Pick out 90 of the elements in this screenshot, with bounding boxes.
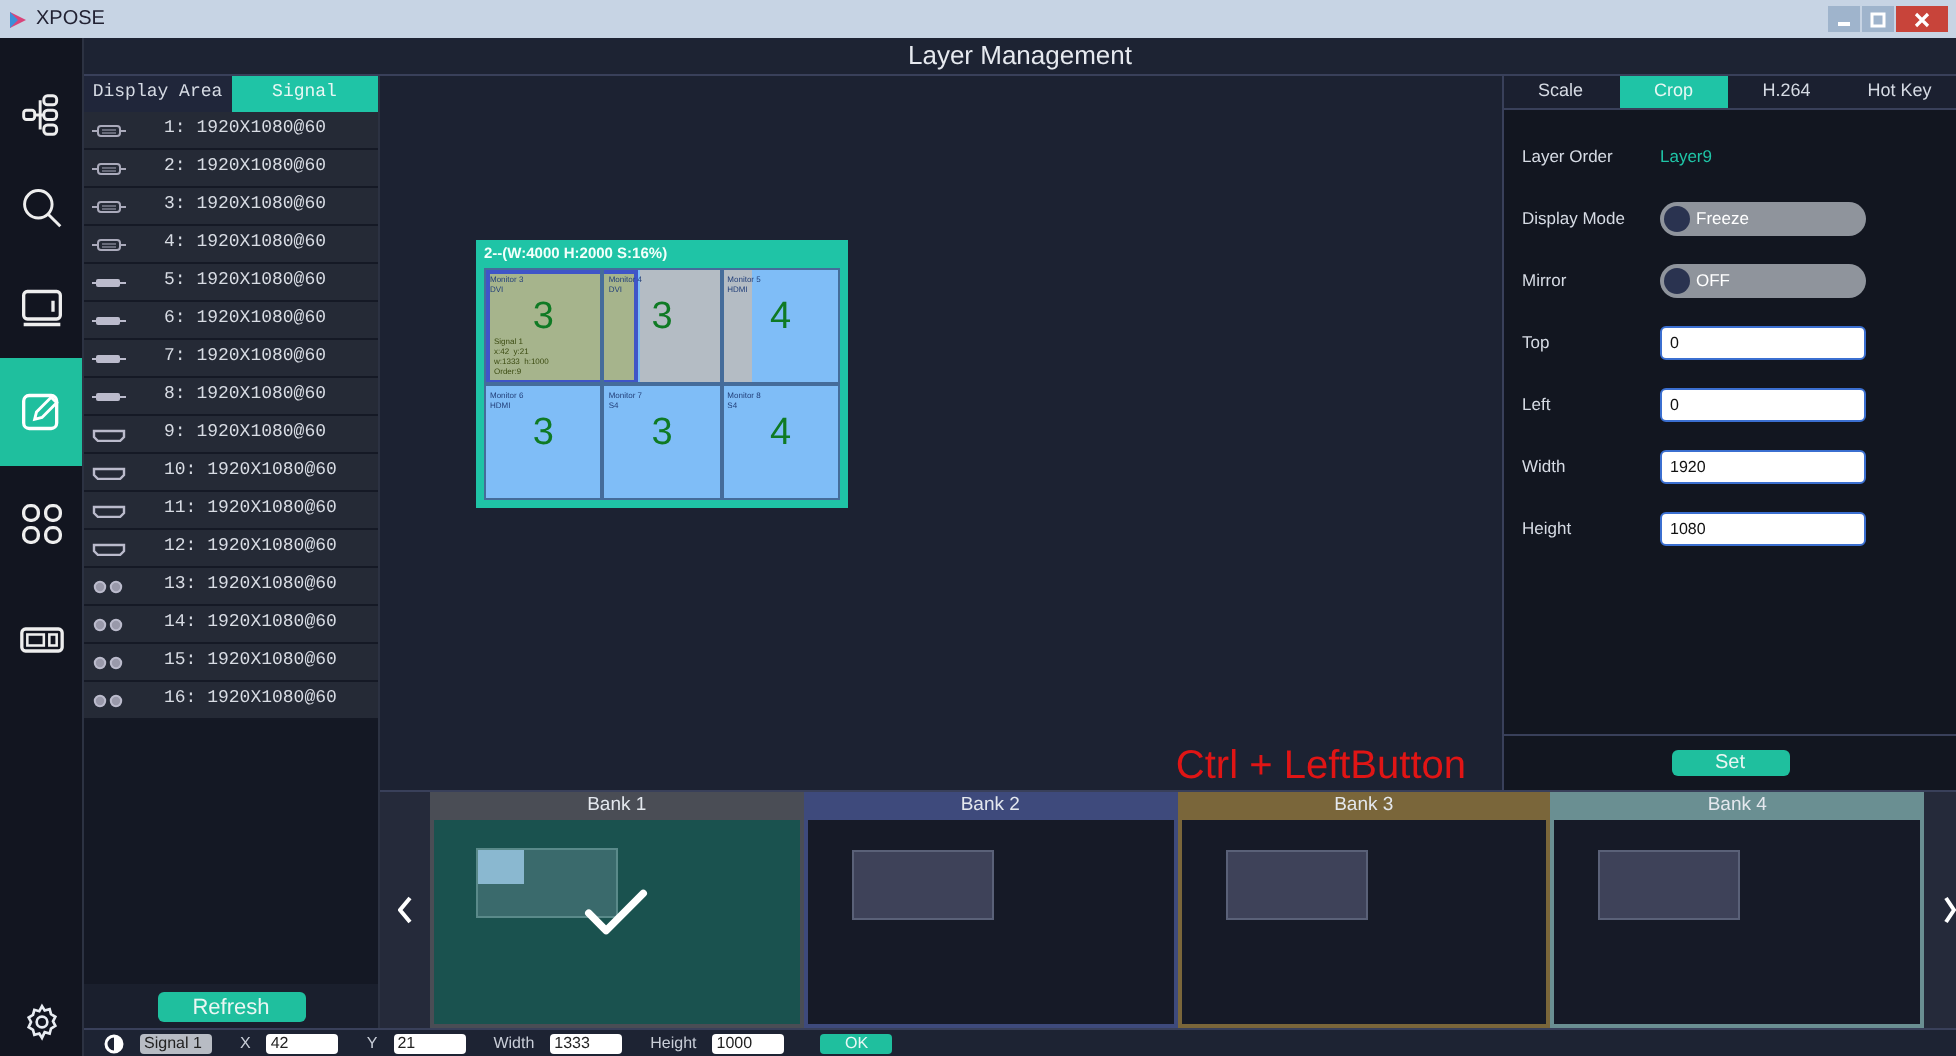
bank-header: Bank 1 xyxy=(434,792,800,820)
signal-item[interactable]: 12: 1920X1080@60 xyxy=(84,530,378,568)
field-value: Layer9 xyxy=(1660,144,1712,170)
grid-icon xyxy=(19,502,63,546)
field-label: Top xyxy=(1522,330,1552,356)
input-field[interactable]: 1000 xyxy=(712,1033,785,1053)
panel-tab[interactable]: Hot Key xyxy=(1845,76,1954,108)
app-logo-icon xyxy=(8,9,28,29)
hdmi-connector-icon xyxy=(90,427,128,441)
bank-panel[interactable]: Bank 3 xyxy=(1177,792,1551,1028)
input-field[interactable]: 0 xyxy=(1660,388,1866,422)
field-label: Width xyxy=(493,1031,535,1055)
input-field[interactable]: 42 xyxy=(266,1033,339,1053)
bank-header: Bank 4 xyxy=(1554,792,1920,820)
signal-item[interactable]: 15: 1920X1080@60 xyxy=(84,644,378,682)
signal-item[interactable]: 11: 1920X1080@60 xyxy=(84,492,378,530)
signal-item[interactable]: 1: 1920X1080@60 xyxy=(84,112,378,150)
field-label: X xyxy=(240,1031,251,1055)
panel-tab[interactable]: Scale xyxy=(1506,76,1615,108)
maximize-icon xyxy=(1870,11,1886,27)
vga-connector-icon xyxy=(90,123,128,137)
monitor-number: 3 xyxy=(651,298,673,336)
hint-text: Ctrl + LeftButton xyxy=(1175,746,1466,786)
field-label: Height xyxy=(650,1031,697,1055)
signal-item[interactable]: 4: 1920X1080@60 xyxy=(84,226,378,264)
signal-item[interactable]: 16: 1920X1080@60 xyxy=(84,682,378,720)
bnc-connector-icon xyxy=(90,617,128,631)
vga-connector-icon xyxy=(90,237,128,251)
bank-panel[interactable]: Bank 2 xyxy=(803,792,1177,1028)
bank-header: Bank 3 xyxy=(1181,792,1547,820)
signal-item[interactable]: 10: 1920X1080@60 xyxy=(84,454,378,492)
search-icon xyxy=(19,186,63,230)
monitor-number: 3 xyxy=(532,414,554,452)
dvi-connector-icon xyxy=(90,313,128,327)
input-field[interactable]: 0 xyxy=(1660,326,1866,360)
hdmi-connector-icon xyxy=(90,465,128,479)
close-icon xyxy=(1914,11,1930,27)
preset-thumbnail xyxy=(851,850,994,920)
hdmi-connector-icon xyxy=(90,503,128,517)
signal-item[interactable]: 9: 1920X1080@60 xyxy=(84,416,378,454)
window-title: XPOSE xyxy=(36,6,105,34)
input-field[interactable]: 1333 xyxy=(550,1033,623,1053)
bnc-connector-icon xyxy=(90,579,128,593)
tree-diagram-icon xyxy=(19,92,63,136)
monitor-number: 4 xyxy=(770,298,792,336)
monitor-number: 3 xyxy=(532,298,554,336)
field-label: Layer Order xyxy=(1522,144,1615,170)
bnc-connector-icon xyxy=(90,655,128,669)
signal-item[interactable]: 13: 1920X1080@60 xyxy=(84,568,378,606)
input-field[interactable]: 1080 xyxy=(1660,512,1866,546)
signal-item[interactable]: 14: 1920X1080@60 xyxy=(84,606,378,644)
field-label: Y xyxy=(366,1031,378,1055)
input-field[interactable]: 21 xyxy=(393,1033,466,1053)
signal-item[interactable]: 3: 1920X1080@60 xyxy=(84,188,378,226)
field-label: Mirror xyxy=(1522,268,1569,294)
vga-connector-icon xyxy=(90,161,128,175)
monitor-number: 3 xyxy=(651,414,673,452)
panel-tab[interactable]: H.264 xyxy=(1732,76,1841,108)
vga-connector-icon xyxy=(90,199,128,213)
monitor-number: 4 xyxy=(770,414,792,452)
chevron-left-icon xyxy=(397,896,413,924)
dvi-connector-icon xyxy=(90,389,128,403)
bank-header: Bank 2 xyxy=(807,792,1173,820)
field-label: Height xyxy=(1522,516,1574,542)
settings-icon xyxy=(21,1002,61,1042)
hdmi-connector-icon xyxy=(90,541,128,555)
dvi-connector-icon xyxy=(90,275,128,289)
signal-item[interactable]: 7: 1920X1080@60 xyxy=(84,340,378,378)
signal-item[interactable]: 2: 1920X1080@60 xyxy=(84,150,378,188)
preset-thumbnail xyxy=(1598,850,1741,920)
bank-panel[interactable]: Bank 1 xyxy=(430,792,804,1028)
field-label: Width xyxy=(1522,454,1568,480)
dvi-connector-icon xyxy=(90,351,128,365)
monitor-icon xyxy=(19,286,63,330)
preset-thumbnail xyxy=(1225,850,1367,920)
page-title: Layer Management xyxy=(907,38,1132,75)
edit-icon xyxy=(19,390,63,434)
bnc-connector-icon xyxy=(90,693,128,707)
layer-window[interactable] xyxy=(640,270,752,386)
field-label: Display Mode xyxy=(1522,206,1627,232)
close-button[interactable] xyxy=(1896,6,1948,32)
signal-item[interactable]: 6: 1920X1080@60 xyxy=(84,302,378,340)
signal-item[interactable]: 5: 1920X1080@60 xyxy=(84,264,378,302)
chevron-right-icon xyxy=(1944,896,1956,924)
input-field[interactable]: 1920 xyxy=(1660,450,1866,484)
signal-item[interactable]: 8: 1920X1080@60 xyxy=(84,378,378,416)
panel-tab[interactable]: Display Area xyxy=(84,76,231,112)
field-label: Left xyxy=(1522,392,1553,418)
signal-field[interactable]: Signal 1 xyxy=(140,1033,212,1053)
preset-thumbnail xyxy=(476,848,618,918)
